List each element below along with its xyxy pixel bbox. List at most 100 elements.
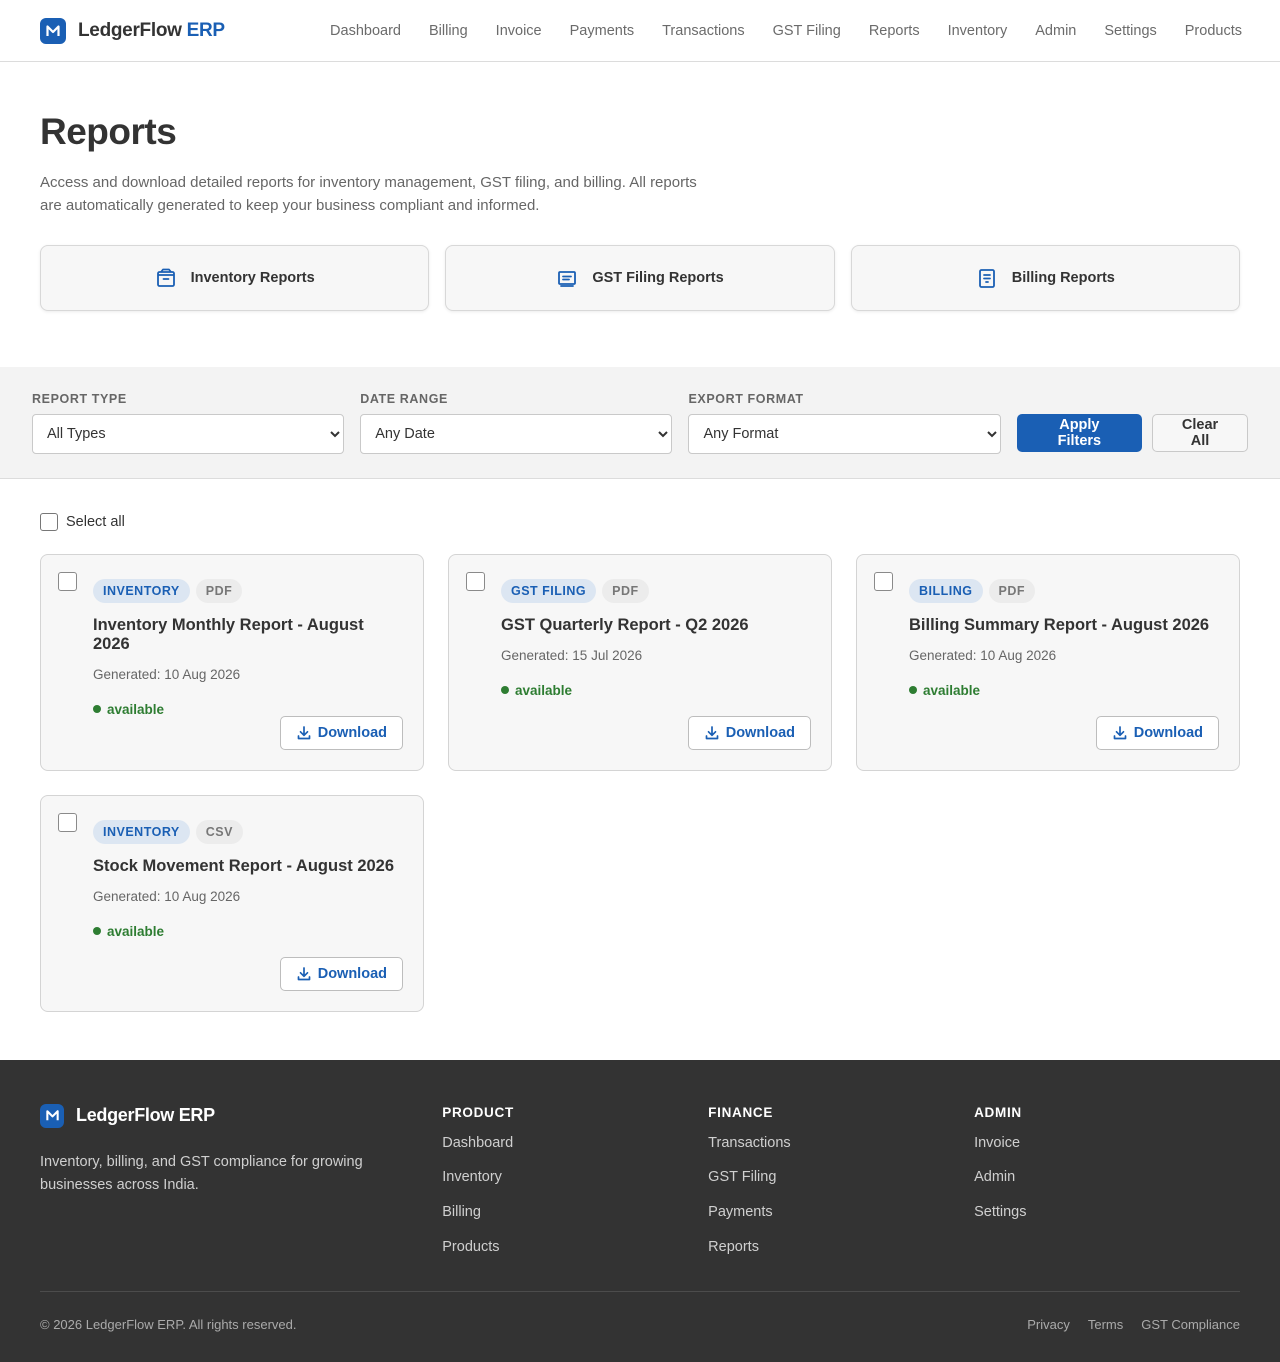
footer-description: Inventory, billing, and GST compliance f… bbox=[40, 1153, 363, 1193]
download-icon bbox=[705, 725, 719, 740]
download-button[interactable]: Download bbox=[1095, 715, 1219, 750]
page-title: Reports bbox=[40, 111, 177, 152]
select-all[interactable]: Select all bbox=[40, 512, 1240, 531]
report-type-select[interactable]: All Types bbox=[32, 413, 345, 454]
report-status: available bbox=[909, 683, 1219, 698]
nav-inventory[interactable]: Inventory bbox=[948, 23, 1008, 39]
download-button[interactable]: Download bbox=[279, 715, 403, 750]
report-format-badge: PDF bbox=[195, 578, 243, 603]
footer-link[interactable]: Dashboard bbox=[442, 1134, 708, 1169]
report-card: Inventory CSV Stock Movement Report - Au… bbox=[40, 794, 424, 1012]
report-tags: Inventory CSV bbox=[93, 819, 403, 844]
hero-section: Reports Access and download detailed rep… bbox=[0, 62, 1280, 367]
footer-column-heading: FINANCE bbox=[708, 1104, 774, 1120]
footer-link[interactable]: Payments bbox=[708, 1203, 974, 1238]
report-type-badge: Inventory bbox=[93, 578, 190, 603]
report-type-badge: GST Filing bbox=[501, 578, 597, 603]
export-format-label: Export Format bbox=[688, 391, 804, 406]
nav-dashboard[interactable]: Dashboard bbox=[330, 23, 401, 39]
footer-link[interactable]: Products bbox=[442, 1238, 708, 1273]
footer-column-heading: ADMIN bbox=[974, 1104, 1022, 1120]
date-range-select[interactable]: Any Date bbox=[360, 413, 673, 454]
footer-link[interactable]: Reports bbox=[708, 1238, 974, 1273]
download-button[interactable]: Download bbox=[687, 715, 811, 750]
copyright-text: © 2026 LedgerFlow ERP. All rights reserv… bbox=[40, 1317, 297, 1333]
status-dot-icon bbox=[93, 705, 101, 714]
nav-reports[interactable]: Reports bbox=[869, 23, 920, 39]
category-label: Inventory Reports bbox=[190, 269, 315, 286]
report-checkbox[interactable] bbox=[58, 812, 77, 832]
select-all-label: Select all bbox=[66, 513, 125, 530]
footer-link[interactable]: GST Filing bbox=[708, 1168, 974, 1203]
report-card: Inventory PDF Inventory Monthly Report -… bbox=[40, 553, 424, 771]
legal-links: Privacy Terms GST Compliance bbox=[1027, 1317, 1240, 1332]
status-dot-icon bbox=[93, 927, 101, 936]
brand[interactable]: LedgerFlow ERP bbox=[40, 17, 225, 44]
footer-column-product: PRODUCT Dashboard Inventory Billing Prod… bbox=[442, 1104, 708, 1291]
report-generated-date: Generated: 10 Aug 2026 bbox=[93, 666, 241, 682]
report-generated-date: Generated: 10 Aug 2026 bbox=[909, 647, 1057, 663]
report-type-badge: Inventory bbox=[93, 819, 190, 844]
category-gst-filing-reports[interactable]: GST Filing Reports bbox=[445, 244, 835, 311]
nav-invoice[interactable]: Invoice bbox=[496, 23, 542, 39]
footer-link[interactable]: Inventory bbox=[442, 1168, 708, 1203]
status-dot-icon bbox=[501, 686, 509, 695]
report-title: Stock Movement Report - August 2026 bbox=[93, 856, 395, 875]
logo-icon bbox=[40, 17, 66, 44]
report-status: available bbox=[93, 924, 403, 939]
privacy-link[interactable]: Privacy bbox=[1027, 1317, 1070, 1332]
report-card: Billing PDF Billing Summary Report - Aug… bbox=[856, 553, 1240, 771]
category-cards: Inventory Reports GST Filing Reports Bil… bbox=[40, 244, 1240, 311]
report-tags: GST Filing PDF bbox=[501, 578, 811, 603]
nav-settings[interactable]: Settings bbox=[1104, 23, 1156, 39]
report-format-badge: PDF bbox=[988, 578, 1035, 603]
footer-column-finance: FINANCE Transactions GST Filing Payments… bbox=[708, 1104, 974, 1291]
report-status: available bbox=[93, 702, 403, 717]
download-icon bbox=[297, 966, 311, 981]
date-range-filter: Date Range Any Date bbox=[360, 391, 673, 454]
footer-link[interactable]: Billing bbox=[442, 1203, 708, 1238]
footer-link[interactable]: Admin bbox=[974, 1168, 1240, 1203]
main-nav: Dashboard Billing Invoice Payments Trans… bbox=[330, 0, 1242, 62]
footer-top: LedgerFlow ERP Inventory, billing, and G… bbox=[40, 1103, 1240, 1292]
box-icon bbox=[155, 267, 177, 289]
report-checkbox[interactable] bbox=[874, 571, 893, 591]
download-icon bbox=[297, 725, 311, 740]
footer-brand: LedgerFlow ERP Inventory, billing, and G… bbox=[40, 1103, 442, 1291]
nav-admin[interactable]: Admin bbox=[1035, 23, 1076, 39]
download-button[interactable]: Download bbox=[279, 956, 403, 991]
gst-compliance-link[interactable]: GST Compliance bbox=[1141, 1317, 1240, 1332]
footer-logo-icon bbox=[40, 1103, 64, 1128]
report-type-badge: Billing bbox=[909, 578, 983, 603]
report-card-grid: Inventory PDF Inventory Monthly Report -… bbox=[40, 553, 1240, 1012]
apply-filters-button[interactable]: Apply Filters bbox=[1016, 413, 1143, 452]
category-inventory-reports[interactable]: Inventory Reports bbox=[40, 244, 430, 311]
report-checkbox[interactable] bbox=[58, 571, 77, 591]
download-icon bbox=[1113, 725, 1127, 740]
select-all-checkbox[interactable] bbox=[40, 512, 58, 531]
nav-payments[interactable]: Payments bbox=[570, 23, 634, 39]
report-results: Select all Inventory PDF Inventory Month… bbox=[0, 479, 1280, 1060]
page-description: Access and download detailed reports for… bbox=[40, 173, 697, 214]
report-checkbox[interactable] bbox=[466, 571, 485, 591]
receipt-icon bbox=[556, 267, 578, 289]
clear-all-button[interactable]: Clear All bbox=[1152, 413, 1248, 452]
report-title: Inventory Monthly Report - August 2026 bbox=[93, 615, 364, 653]
nav-gst-filing[interactable]: GST Filing bbox=[773, 23, 841, 39]
footer-link[interactable]: Settings bbox=[974, 1203, 1240, 1238]
nav-transactions[interactable]: Transactions bbox=[662, 23, 744, 39]
footer-link[interactable]: Invoice bbox=[974, 1134, 1240, 1169]
terms-link[interactable]: Terms bbox=[1088, 1317, 1123, 1332]
document-icon bbox=[976, 267, 998, 289]
date-range-label: Date Range bbox=[360, 391, 448, 406]
footer-bottom: © 2026 LedgerFlow ERP. All rights reserv… bbox=[40, 1292, 1240, 1358]
report-type-label: Report Type bbox=[32, 391, 127, 406]
footer-link[interactable]: Transactions bbox=[708, 1134, 974, 1169]
footer-brand-name: LedgerFlow ERP bbox=[76, 1105, 215, 1126]
export-format-select[interactable]: Any Format bbox=[688, 413, 1001, 454]
report-format-badge: CSV bbox=[195, 819, 243, 844]
nav-billing[interactable]: Billing bbox=[429, 23, 468, 39]
category-billing-reports[interactable]: Billing Reports bbox=[850, 244, 1240, 311]
report-type-filter: Report Type All Types bbox=[32, 391, 345, 454]
nav-products[interactable]: Products bbox=[1185, 23, 1242, 39]
